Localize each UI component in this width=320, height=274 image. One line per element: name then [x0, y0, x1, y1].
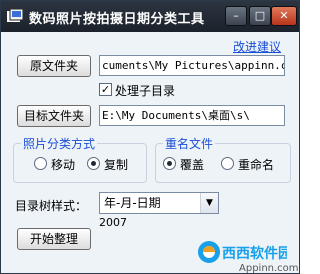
maximize-button[interactable]: □ [249, 6, 271, 26]
rename-label: 重命名 [238, 158, 275, 172]
close-button[interactable]: ✕ [271, 6, 297, 26]
maximize-icon: □ [254, 9, 266, 22]
tree-style-example: 2007 [99, 216, 127, 229]
copy-label: 复制 [104, 158, 129, 172]
duplicate-title: 重名文件 [163, 135, 216, 152]
tree-style-select[interactable]: 年-月-日期 ▼ [99, 192, 219, 214]
rename-radio[interactable] [221, 157, 234, 170]
close-icon: ✕ [279, 9, 289, 22]
subdirs-label: 处理子目录 [115, 84, 176, 98]
tree-style-label: 目录树样式： [15, 199, 88, 213]
target-path-field[interactable]: E:\My Documents\桌面\s\ [99, 105, 285, 126]
photo-mode-title: 照片分类方式 [21, 135, 98, 152]
feedback-link[interactable]: 改进建议 [233, 38, 281, 55]
source-path-field[interactable]: cuments\My Pictures\appinn.com [99, 55, 285, 76]
move-radio[interactable] [34, 157, 47, 170]
watermark-url: Appinn.com [239, 263, 299, 274]
target-folder-button[interactable]: 目标文件夹 [17, 105, 91, 127]
client-area: 改进建议 原文件夹 cuments\My Pictures\appinn.com… [5, 33, 295, 271]
source-folder-button[interactable]: 原文件夹 [17, 55, 91, 77]
svg-text:西西软件园: 西西软件园 [222, 245, 287, 262]
overwrite-label: 覆盖 [180, 158, 205, 172]
app-icon [7, 9, 23, 22]
chevron-down-icon[interactable]: ▼ [200, 193, 218, 213]
subdirs-checkbox[interactable]: ✓ [99, 83, 112, 96]
title-bar[interactable]: 数码照片按拍摄日期分类工具 – □ ✕ [1, 1, 299, 32]
overwrite-radio[interactable] [163, 157, 176, 170]
start-button[interactable]: 开始整理 [17, 228, 91, 250]
minimize-button[interactable]: – [225, 6, 247, 26]
move-label: 移动 [51, 158, 76, 172]
tree-style-value: 年-月-日期 [104, 196, 161, 210]
window-title: 数码照片按拍摄日期分类工具 [29, 12, 205, 27]
copy-radio[interactable] [87, 157, 100, 170]
minimize-icon: – [233, 9, 239, 22]
app-window: 数码照片按拍摄日期分类工具 – □ ✕ 改进建议 原文件夹 cuments\My… [0, 0, 300, 274]
